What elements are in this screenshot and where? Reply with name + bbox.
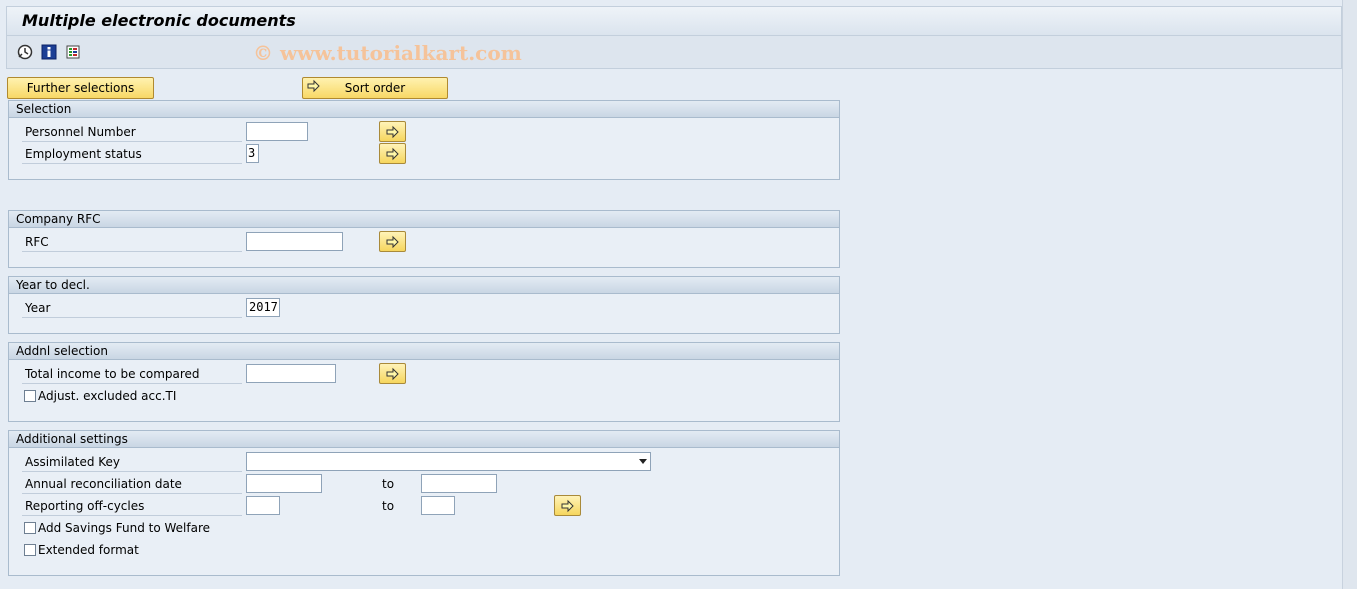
annual-reconciliation-from-input[interactable] (246, 474, 322, 493)
reporting-offcycles-to-label: to (382, 499, 395, 513)
addnl-selection-group: Addnl selection Total income to be compa… (8, 342, 840, 422)
total-income-multiple-selection-button[interactable] (379, 363, 406, 384)
year-to-decl-group: Year to decl. Year 2017 (8, 276, 840, 334)
arrow-right-icon (561, 499, 574, 513)
adjust-excluded-checkbox[interactable] (24, 390, 36, 402)
info-icon[interactable] (41, 44, 57, 60)
extended-format-checkbox[interactable] (24, 544, 36, 556)
addnl-selection-group-title: Addnl selection (9, 343, 839, 360)
assimilated-key-dropdown[interactable] (246, 452, 651, 471)
adjust-excluded-label: Adjust. excluded acc.TI (38, 389, 177, 403)
reporting-offcycles-multiple-selection-button[interactable] (554, 495, 581, 516)
reporting-offcycles-to-input[interactable] (421, 496, 455, 515)
chevron-down-icon[interactable] (639, 459, 647, 464)
sort-order-label: Sort order (344, 81, 406, 95)
selection-group: Selection Personnel Number Employment st… (8, 100, 840, 180)
annual-reconciliation-label: Annual reconciliation date (22, 474, 242, 494)
selection-group-title: Selection (9, 101, 839, 118)
selection-screen-icon[interactable] (65, 44, 81, 60)
employment-status-input[interactable]: 3 (246, 144, 259, 163)
company-rfc-group-title: Company RFC (9, 211, 839, 228)
page-title: Multiple electronic documents (22, 11, 296, 30)
annual-reconciliation-to-input[interactable] (421, 474, 497, 493)
employment-status-multiple-selection-button[interactable] (379, 143, 406, 164)
further-selections-button[interactable]: Further selections (7, 77, 154, 99)
further-selections-label: Further selections (26, 81, 135, 95)
employment-status-label: Employment status (22, 144, 242, 164)
execute-icon[interactable] (17, 44, 33, 60)
sort-order-button[interactable]: Sort order (302, 77, 448, 99)
personnel-number-input[interactable] (246, 122, 308, 141)
reporting-offcycles-label: Reporting off-cycles (22, 496, 242, 516)
company-rfc-group: Company RFC RFC (8, 210, 840, 268)
reporting-offcycles-from-input[interactable] (246, 496, 280, 515)
title-bar: Multiple electronic documents (6, 6, 1342, 36)
extended-format-label: Extended format (38, 543, 139, 557)
personnel-number-multiple-selection-button[interactable] (379, 121, 406, 142)
total-income-label: Total income to be compared (22, 364, 242, 384)
year-label: Year (22, 298, 242, 318)
arrow-right-icon (386, 125, 399, 139)
arrow-right-icon (386, 367, 399, 381)
assimilated-key-label: Assimilated Key (22, 452, 242, 472)
personnel-number-label: Personnel Number (22, 122, 242, 142)
arrow-right-icon (307, 79, 321, 93)
arrow-right-icon (386, 147, 399, 161)
additional-settings-group-title: Additional settings (9, 431, 839, 448)
year-input[interactable]: 2017 (246, 298, 280, 317)
main-window: Multiple electronic documents © www.tuto… (0, 0, 1343, 589)
application-toolbar: © www.tutorialkart.com (6, 36, 1342, 69)
total-income-input[interactable] (246, 364, 336, 383)
rfc-input[interactable] (246, 232, 343, 251)
additional-settings-group: Additional settings Assimilated Key Annu… (8, 430, 840, 576)
savings-fund-label: Add Savings Fund to Welfare (38, 521, 211, 535)
watermark-text: © www.tutorialkart.com (253, 41, 522, 65)
savings-fund-checkbox[interactable] (24, 522, 36, 534)
rfc-multiple-selection-button[interactable] (379, 231, 406, 252)
arrow-right-icon (386, 235, 399, 249)
annual-reconciliation-to-label: to (382, 477, 395, 491)
rfc-label: RFC (22, 232, 242, 252)
year-to-decl-group-title: Year to decl. (9, 277, 839, 294)
